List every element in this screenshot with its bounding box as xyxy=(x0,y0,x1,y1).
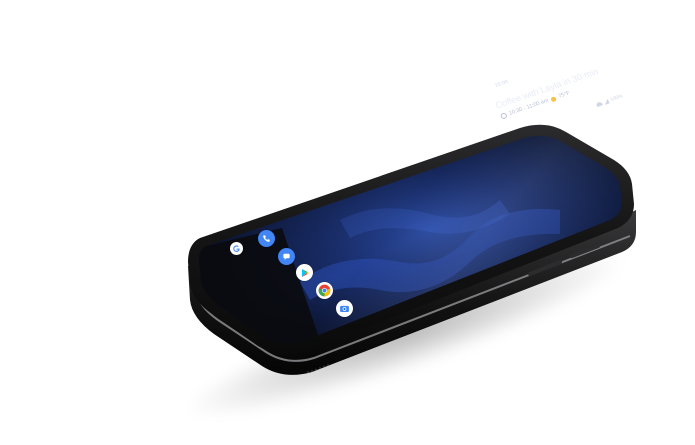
camera-icon[interactable] xyxy=(336,300,353,317)
chrome-icon[interactable] xyxy=(316,282,333,299)
play-store-icon[interactable] xyxy=(296,264,313,281)
phone-illustration xyxy=(188,124,636,375)
product-photo: 10:00 100% Coffee with Layla in 30 min 1… xyxy=(0,0,695,445)
phone-icon[interactable] xyxy=(258,230,275,247)
messages-icon[interactable] xyxy=(278,248,295,265)
google-search-icon[interactable] xyxy=(230,242,243,255)
